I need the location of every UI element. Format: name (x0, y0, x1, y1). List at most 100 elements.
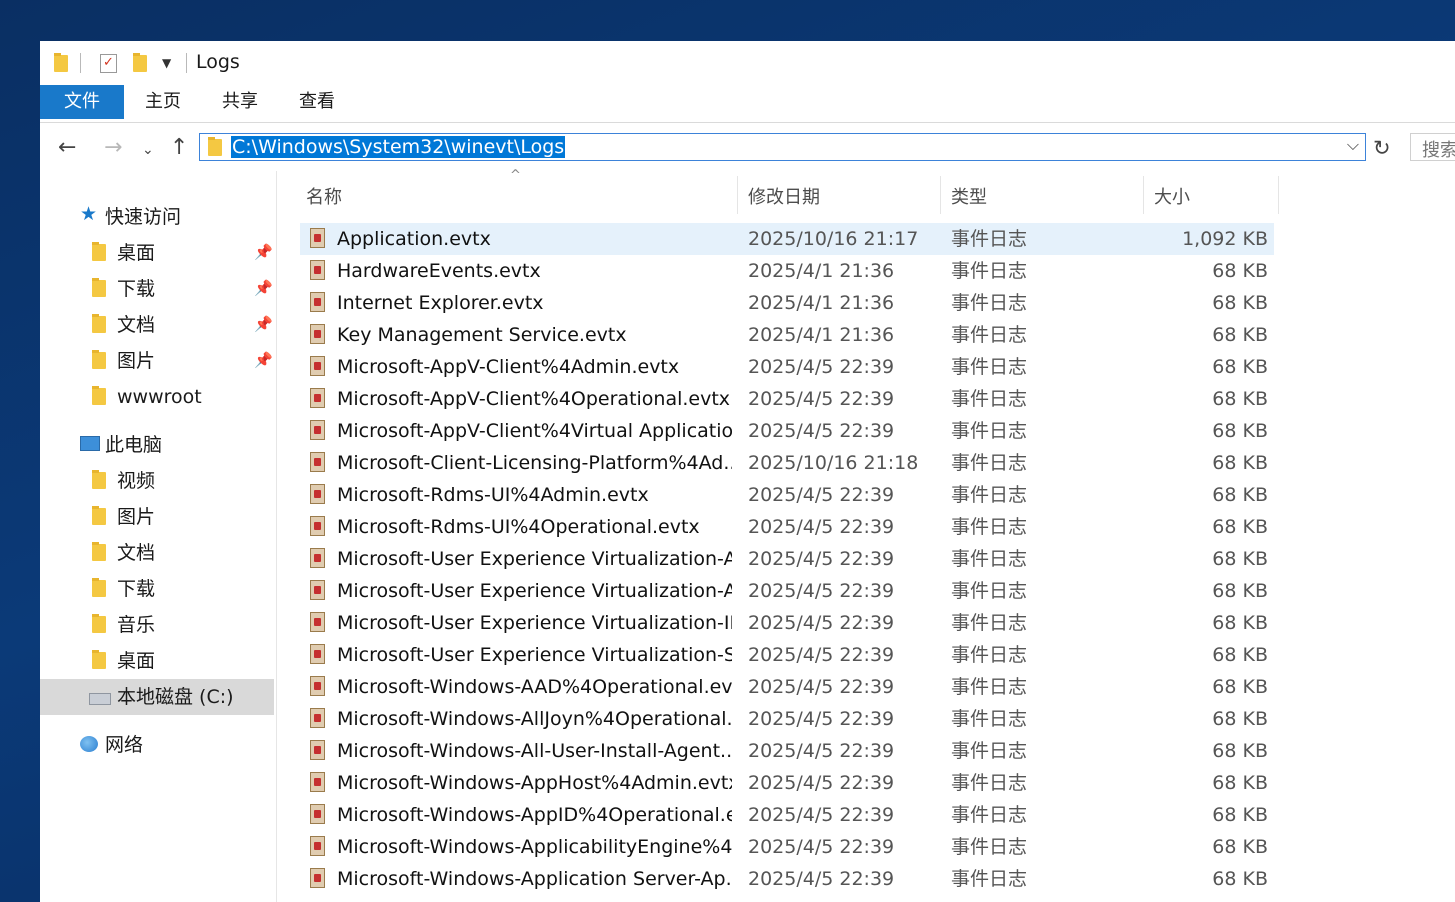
folder-icon[interactable] (54, 51, 68, 75)
event-log-icon (310, 228, 325, 248)
file-name: Microsoft-Windows-AppID%4Operational.e..… (337, 804, 732, 826)
file-row[interactable]: Microsoft-Windows-AAD%4Operational.evtx 2… (300, 671, 1274, 703)
file-date: 2025/4/5 22:39 (748, 772, 895, 794)
recent-locations-icon[interactable]: ⌄ (142, 138, 154, 162)
folder-icon (92, 614, 106, 633)
pin-icon[interactable]: 📌 (254, 243, 273, 261)
file-row[interactable]: Microsoft-Windows-ApplicabilityEngine%4.… (300, 831, 1274, 863)
pin-icon[interactable]: 📌 (254, 279, 273, 297)
file-type: 事件日志 (951, 868, 1028, 890)
file-row[interactable]: Microsoft-User Experience Virtualization… (300, 543, 1274, 575)
nav-item-pictures[interactable]: 图片 📌 (40, 343, 274, 379)
file-row[interactable]: Microsoft-Windows-AppID%4Operational.e..… (300, 799, 1274, 831)
file-row[interactable]: Microsoft-Windows-AppHost%4Admin.evtx 202… (300, 767, 1274, 799)
nav-item-pc-downloads[interactable]: 下载 (40, 571, 274, 607)
tab-view[interactable]: 查看 (294, 85, 340, 119)
file-type: 事件日志 (951, 452, 1028, 474)
column-separator[interactable] (940, 176, 941, 214)
nav-label: 下载 (117, 578, 156, 600)
file-date: 2025/4/5 22:39 (748, 484, 895, 506)
column-header-size[interactable]: 大小 (1148, 178, 1278, 218)
column-header-name[interactable]: 名称 (300, 178, 737, 218)
file-row[interactable]: Microsoft-User Experience Virtualization… (300, 639, 1274, 671)
back-arrow-icon[interactable]: ← (58, 136, 76, 160)
file-type: 事件日志 (951, 772, 1028, 794)
file-type: 事件日志 (951, 676, 1028, 698)
nav-this-pc[interactable]: 此电脑 (40, 427, 274, 463)
file-row[interactable]: Microsoft-Client-Licensing-Platform%4Ad.… (300, 447, 1274, 479)
nav-label: 桌面 (117, 650, 156, 672)
column-header-date[interactable]: 修改日期 (742, 178, 940, 218)
nav-item-downloads[interactable]: 下载 📌 (40, 271, 274, 307)
file-row[interactable]: HardwareEvents.evtx 2025/4/1 21:36 事件日志 68 … (300, 255, 1274, 287)
column-header-type[interactable]: 类型 (945, 178, 1143, 218)
nav-item-desktop[interactable]: 桌面 📌 (40, 235, 274, 271)
file-name: Internet Explorer.evtx (337, 292, 544, 314)
customize-toolbar-icon[interactable]: ▼ (162, 51, 171, 75)
file-size: 68 KB (1212, 580, 1268, 602)
file-row[interactable]: Key Management Service.evtx 2025/4/1 21:3… (300, 319, 1274, 351)
file-row[interactable]: Microsoft-Windows-AllJoyn%4Operational..… (300, 703, 1274, 735)
tab-home[interactable]: 主页 (140, 85, 186, 119)
tab-share[interactable]: 共享 (217, 85, 263, 119)
file-row[interactable]: Microsoft-User Experience Virtualization… (300, 575, 1274, 607)
event-log-icon (310, 580, 325, 600)
column-separator[interactable] (1278, 176, 1279, 214)
file-row[interactable]: Microsoft-Windows-Application Server-Ap.… (300, 863, 1274, 895)
column-separator[interactable] (1143, 176, 1144, 214)
pin-icon[interactable]: 📌 (254, 351, 273, 369)
event-log-icon (310, 388, 325, 408)
nav-item-music[interactable]: 音乐 (40, 607, 274, 643)
nav-item-pc-documents[interactable]: 文档 (40, 535, 274, 571)
file-name: Microsoft-AppV-Client%4Admin.evtx (337, 356, 680, 378)
file-name: Microsoft-AppV-Client%4Virtual Applicati… (337, 420, 732, 442)
file-explorer-window: ✓ ▼ Logs 文件 主页 共享 查看 ← → ⌄ ↑ C:\Windows\… (40, 41, 1455, 902)
nav-item-local-disk[interactable]: 本地磁盘 (C:) (40, 679, 274, 715)
nav-item-documents[interactable]: 文档 📌 (40, 307, 274, 343)
file-row[interactable]: Microsoft-User Experience Virtualization… (300, 607, 1274, 639)
tab-file[interactable]: 文件 (40, 85, 124, 119)
new-folder-icon[interactable] (133, 51, 147, 75)
refresh-icon[interactable]: ↻ (1373, 136, 1391, 160)
file-date: 2025/4/5 22:39 (748, 356, 895, 378)
pin-icon[interactable]: 📌 (254, 315, 273, 333)
forward-arrow-icon[interactable]: → (104, 136, 122, 160)
address-bar[interactable]: C:\Windows\System32\winevt\Logs ⌵ (199, 133, 1366, 161)
event-log-icon (310, 612, 325, 632)
address-path[interactable]: C:\Windows\System32\winevt\Logs (231, 136, 566, 158)
file-name: Key Management Service.evtx (337, 324, 627, 346)
file-row[interactable]: Microsoft-AppV-Client%4Operational.evtx 2… (300, 383, 1274, 415)
nav-item-pc-pictures[interactable]: 图片 (40, 499, 274, 535)
search-input[interactable]: 搜索 (1410, 133, 1455, 161)
file-name: Microsoft-Windows-AllJoyn%4Operational..… (337, 708, 732, 730)
file-date: 2025/4/1 21:36 (748, 324, 895, 346)
file-name: Microsoft-Windows-ApplicabilityEngine%4.… (337, 836, 732, 858)
file-row[interactable]: Microsoft-Rdms-UI%4Operational.evtx 2025/… (300, 511, 1274, 543)
properties-icon[interactable]: ✓ (100, 51, 117, 75)
file-row[interactable]: Microsoft-Rdms-UI%4Admin.evtx 2025/4/5 22… (300, 479, 1274, 511)
column-separator[interactable] (737, 176, 738, 214)
folder-icon (92, 470, 106, 489)
nav-item-pc-desktop[interactable]: 桌面 (40, 643, 274, 679)
file-size: 68 KB (1212, 548, 1268, 570)
file-row[interactable]: Microsoft-Windows-All-User-Install-Agent… (300, 735, 1274, 767)
file-type: 事件日志 (951, 516, 1028, 538)
nav-item-wwwroot[interactable]: wwwroot (40, 379, 274, 415)
file-type: 事件日志 (951, 356, 1028, 378)
file-date: 2025/4/5 22:39 (748, 420, 895, 442)
event-log-icon (310, 676, 325, 696)
computer-icon (80, 436, 100, 451)
file-row[interactable]: Application.evtx 2025/10/16 21:17 事件日志 1,09… (300, 223, 1274, 255)
file-row[interactable]: Microsoft-AppV-Client%4Virtual Applicati… (300, 415, 1274, 447)
nav-quick-access[interactable]: ★ 快速访问 (40, 199, 274, 235)
chevron-down-icon[interactable]: ⌵ (1347, 135, 1359, 155)
event-log-icon (310, 516, 325, 536)
ribbon: 文件 主页 共享 查看 (40, 85, 1455, 123)
up-arrow-icon[interactable]: ↑ (170, 136, 188, 160)
file-row[interactable]: Microsoft-AppV-Client%4Admin.evtx 2025/4/… (300, 351, 1274, 383)
file-row[interactable]: Internet Explorer.evtx 2025/4/1 21:36 事件日志… (300, 287, 1274, 319)
nav-item-videos[interactable]: 视频 (40, 463, 274, 499)
event-log-icon (310, 420, 325, 440)
file-size: 68 KB (1212, 868, 1268, 890)
nav-network[interactable]: 网络 (40, 727, 274, 763)
